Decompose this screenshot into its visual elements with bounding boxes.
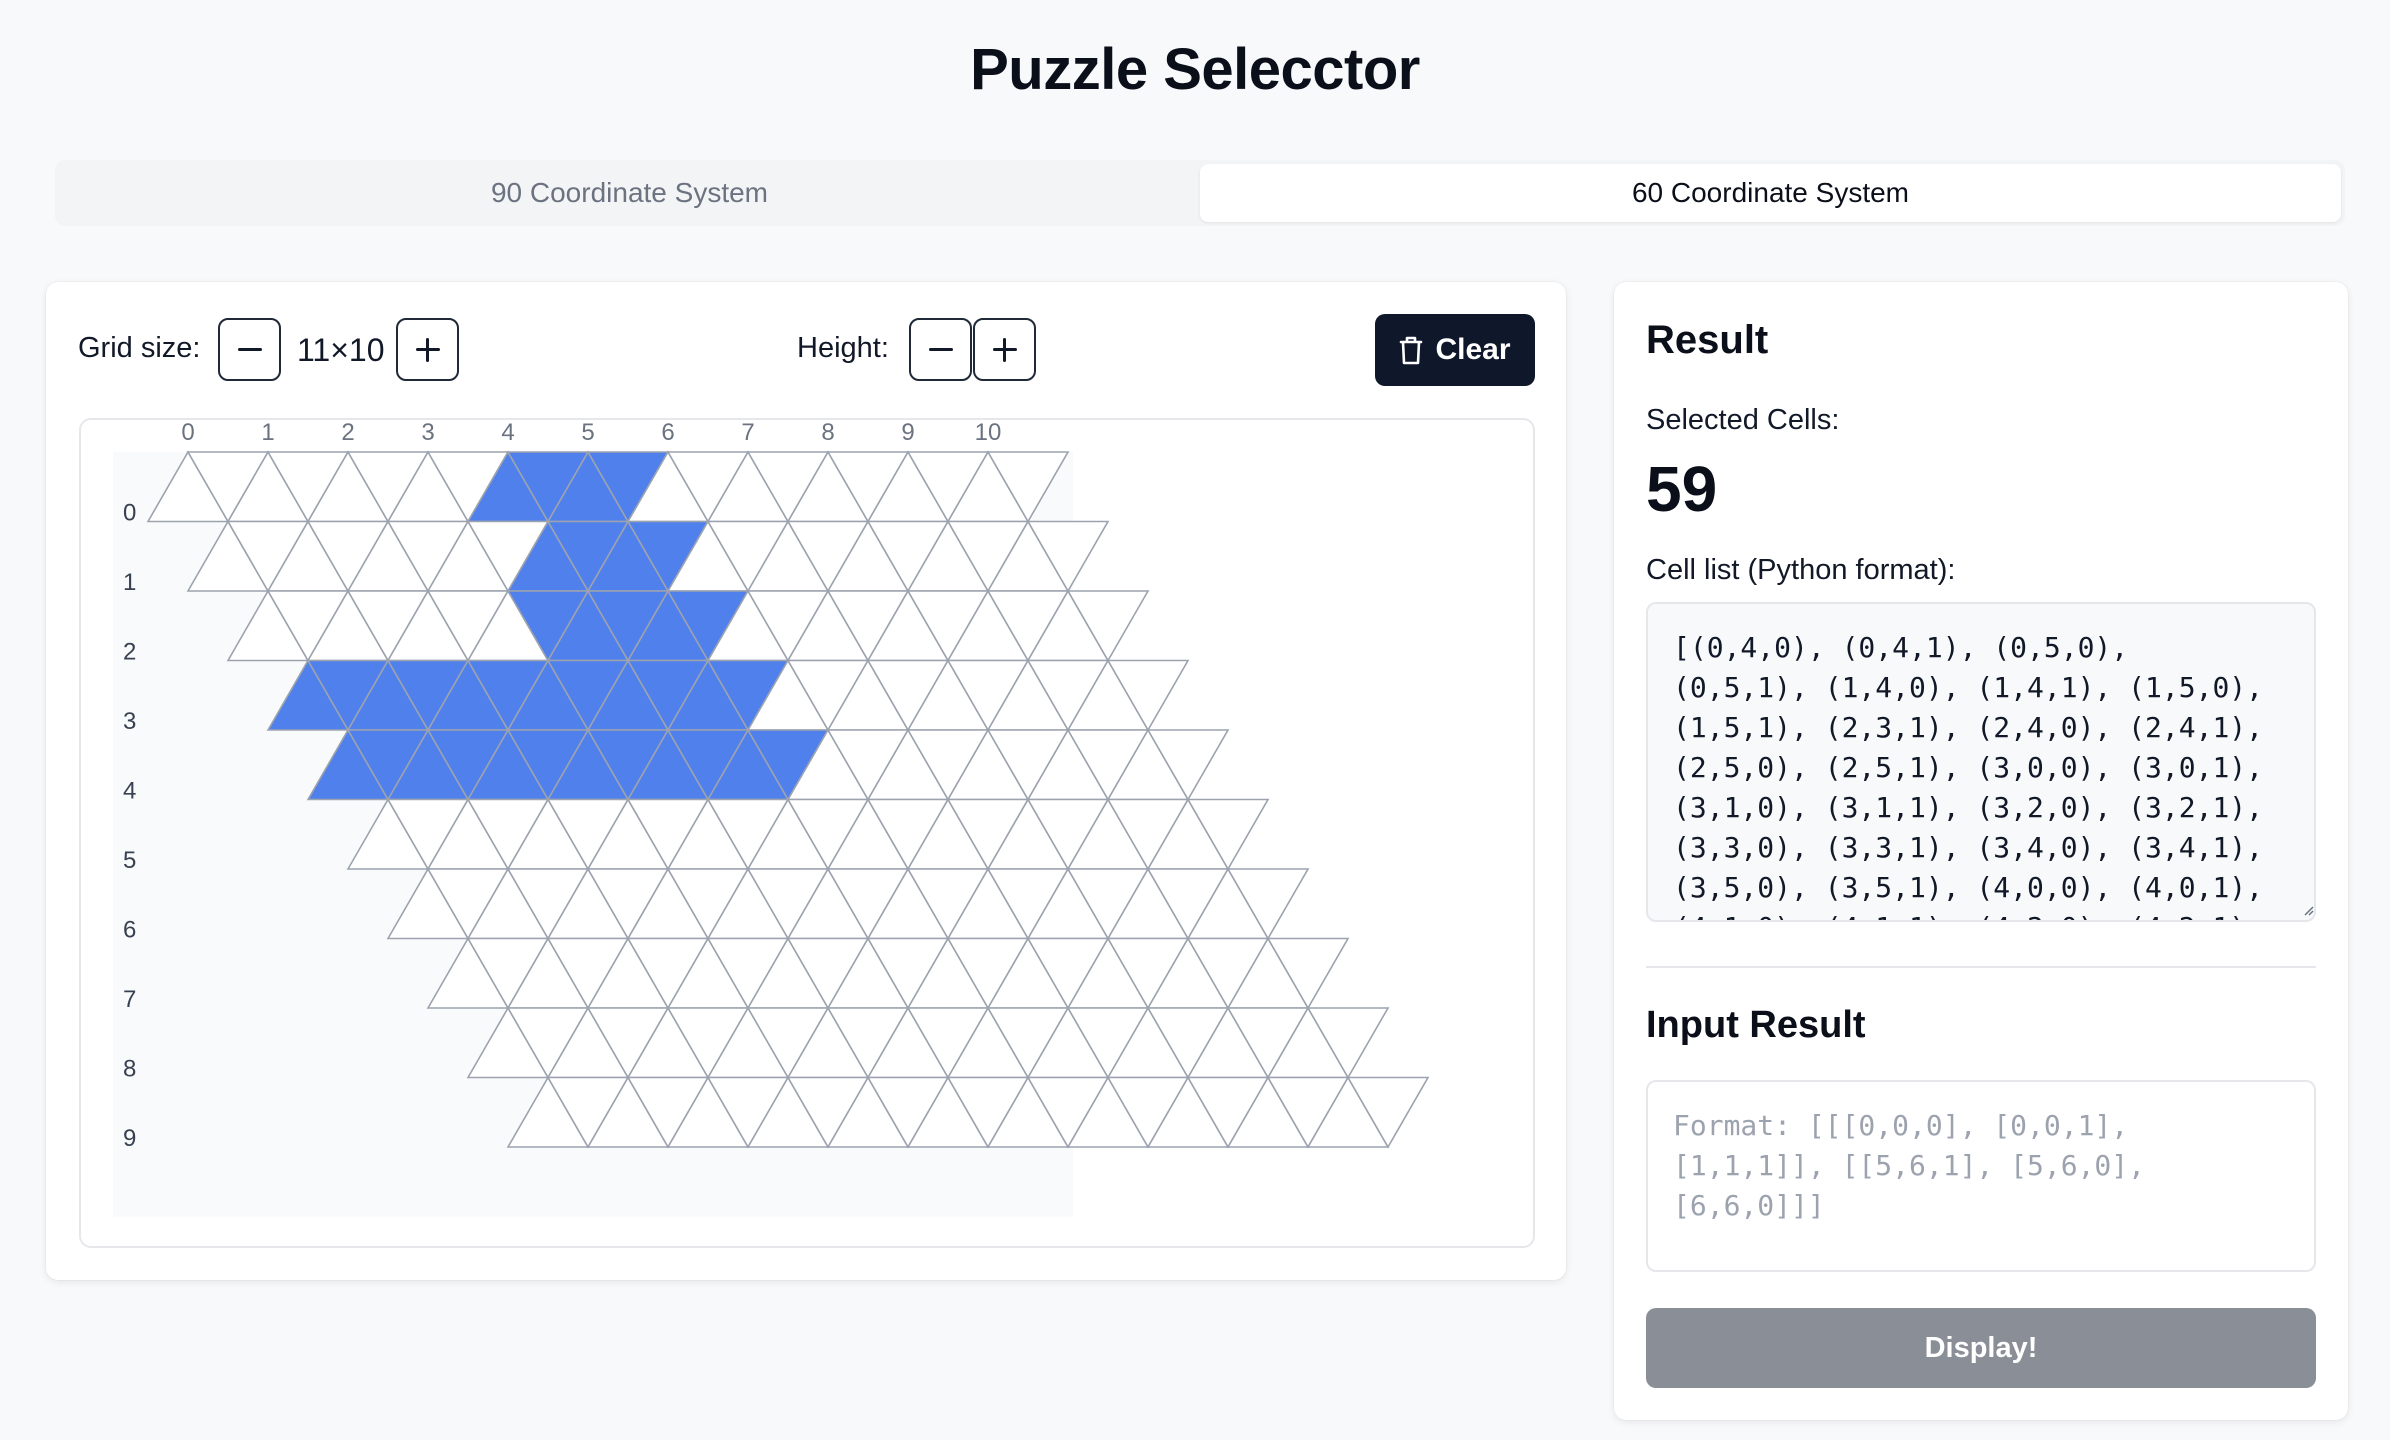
grid-container: 0 1 2 3 4 5 6 7 8 9 10 0 1 2 3 4 5 6 7 8 9 — [79, 418, 1535, 1248]
coordinate-tabs: 90 Coordinate System 60 Coordinate Syste… — [55, 160, 2345, 226]
trash-icon — [1400, 336, 1423, 365]
row-label: 8 — [123, 1056, 136, 1083]
row-label: 5 — [123, 847, 136, 874]
column-label: 8 — [821, 420, 834, 446]
selected-cells-count: 59 — [1646, 453, 1718, 525]
row-label: 7 — [123, 986, 136, 1013]
minus-icon — [237, 348, 262, 351]
column-label: 3 — [421, 420, 434, 446]
grid-size-value: 11×10 — [297, 332, 385, 368]
grid-size-label: Grid size: — [78, 332, 201, 364]
column-label: 5 — [581, 420, 594, 446]
input-result-heading: Input Result — [1646, 1004, 1866, 1046]
row-label: 2 — [123, 639, 136, 666]
height-label: Height: — [797, 332, 889, 364]
tab-60-coordinate-system[interactable]: 60 Coordinate System — [1200, 164, 2341, 222]
column-label: 4 — [501, 420, 514, 446]
section-divider — [1646, 966, 2316, 968]
page-title: Puzzle Selecctor — [970, 37, 1420, 102]
row-label: 3 — [123, 708, 136, 735]
input-result-textarea[interactable]: Format: [[[0,0,0], [0,0,1], [1,1,1]], [[… — [1646, 1080, 2316, 1272]
height-decrease-button[interactable] — [909, 318, 972, 381]
row-label: 0 — [123, 500, 136, 527]
row-label: 4 — [123, 778, 136, 805]
display-button[interactable]: Display! — [1646, 1308, 2316, 1388]
column-label: 10 — [975, 420, 1002, 446]
puzzle-card: Grid size: 11×10 Height: Clear 0 1 2 3 4 5 6 7 8… — [46, 282, 1566, 1280]
minus-icon — [928, 348, 953, 351]
column-label: 0 — [181, 420, 194, 446]
result-card: Result Selected Cells: 59 Cell list (Pyt… — [1614, 282, 2348, 1420]
triangle-grid[interactable]: 0 1 2 3 4 5 6 7 8 9 10 0 1 2 3 4 5 6 7 8 9 — [81, 419, 1537, 1250]
column-label: 1 — [261, 420, 274, 446]
row-label: 1 — [123, 569, 136, 596]
grid-size-decrease-button[interactable] — [218, 318, 281, 381]
cell-list-output[interactable]: [(0,4,0), (0,4,1), (0,5,0), (0,5,1), (1,… — [1646, 602, 2316, 922]
column-label: 6 — [661, 420, 674, 446]
cell-list-label: Cell list (Python format): — [1646, 554, 1956, 586]
clear-button[interactable]: Clear — [1375, 314, 1535, 386]
height-increase-button[interactable] — [973, 318, 1036, 381]
column-label: 2 — [341, 420, 354, 446]
column-label: 7 — [741, 420, 754, 446]
grid-size-increase-button[interactable] — [396, 318, 459, 381]
column-label: 9 — [901, 420, 914, 446]
tab-90-coordinate-system[interactable]: 90 Coordinate System — [59, 164, 1200, 222]
resize-handle-icon[interactable] — [2302, 904, 2314, 916]
row-label: 9 — [123, 1125, 136, 1152]
row-label: 6 — [123, 917, 136, 944]
clear-label: Clear — [1435, 333, 1511, 366]
result-heading: Result — [1646, 318, 1769, 362]
selected-cells-label: Selected Cells: — [1646, 404, 1840, 436]
